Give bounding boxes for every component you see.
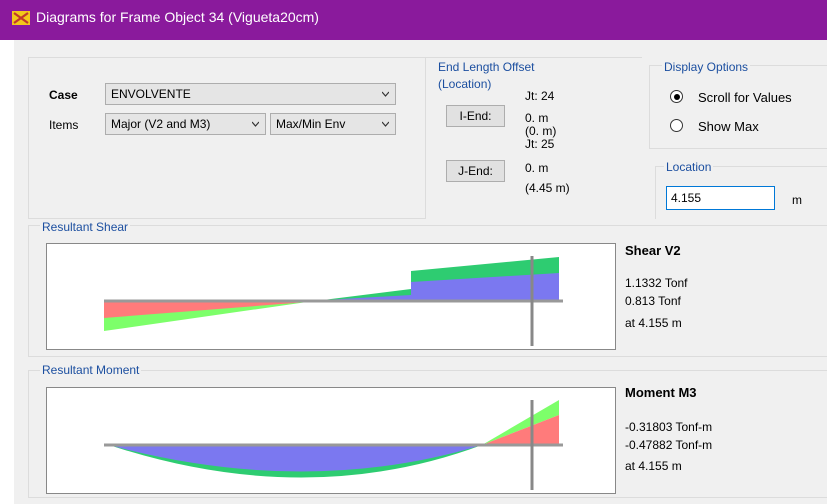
- items-label: Items: [49, 118, 79, 132]
- location-caption: (Location): [438, 77, 492, 91]
- title-bar: Diagrams for Frame Object 34 (Vigueta20c…: [0, 0, 827, 40]
- envelope-dropdown[interactable]: Max/Min Env: [270, 113, 396, 135]
- display-options-legend: Display Options: [662, 60, 751, 74]
- chevron-down-icon: [382, 91, 389, 97]
- case-label: Case: [49, 88, 78, 102]
- window-title: Diagrams for Frame Object 34 (Vigueta20c…: [36, 9, 319, 25]
- show-max-label[interactable]: Show Max: [698, 119, 759, 134]
- moment-location: at 4.155 m: [625, 459, 682, 473]
- shear-diagram[interactable]: [46, 243, 616, 350]
- show-max-radio[interactable]: [670, 119, 683, 132]
- shear-legend: Resultant Shear: [40, 220, 131, 234]
- moment-diagram[interactable]: [46, 387, 616, 494]
- i-joint-label: Jt: 24: [525, 89, 555, 103]
- i-end-button[interactable]: I-End:: [446, 105, 505, 127]
- shear-value-min: 0.813 Tonf: [625, 294, 681, 308]
- i-offset-value: 0. m: [525, 111, 549, 125]
- location-legend: Location: [664, 160, 714, 174]
- shear-value-max: 1.1332 Tonf: [625, 276, 688, 290]
- moment-value-max: -0.31803 Tonf-m: [625, 420, 713, 434]
- scroll-for-values-radio[interactable]: [670, 90, 683, 103]
- location-value: 4.155: [671, 191, 702, 205]
- case-group: [28, 57, 426, 219]
- moment-value-min: -0.47882 Tonf-m: [625, 438, 713, 452]
- dialog-body: Case ENVOLVENTE Items Major (V2 and M3) …: [14, 40, 827, 504]
- app-icon: [12, 11, 30, 25]
- location-input[interactable]: 4.155: [666, 186, 775, 210]
- chevron-down-icon: [252, 121, 259, 127]
- shear-location: at 4.155 m: [625, 316, 682, 330]
- end-offset-legend: End Length Offset: [438, 60, 535, 74]
- items-dropdown[interactable]: Major (V2 and M3): [105, 113, 266, 135]
- case-dropdown[interactable]: ENVOLVENTE: [105, 83, 396, 105]
- moment-title: Moment M3: [625, 385, 697, 400]
- j-location-value: (4.45 m): [525, 181, 570, 195]
- items-value: Major (V2 and M3): [111, 117, 211, 131]
- j-offset-value: 0. m: [525, 161, 549, 175]
- display-options-group: [649, 65, 827, 149]
- chevron-down-icon: [382, 121, 389, 127]
- j-end-button[interactable]: J-End:: [446, 160, 505, 182]
- i-location-value: (0. m): [525, 124, 557, 138]
- case-value: ENVOLVENTE: [111, 87, 191, 101]
- j-joint-label: Jt: 25: [525, 137, 555, 151]
- moment-legend: Resultant Moment: [40, 363, 142, 377]
- location-unit: m: [792, 193, 802, 207]
- envelope-value: Max/Min Env: [276, 117, 346, 131]
- shear-title: Shear V2: [625, 243, 681, 258]
- scroll-for-values-label[interactable]: Scroll for Values: [698, 90, 792, 105]
